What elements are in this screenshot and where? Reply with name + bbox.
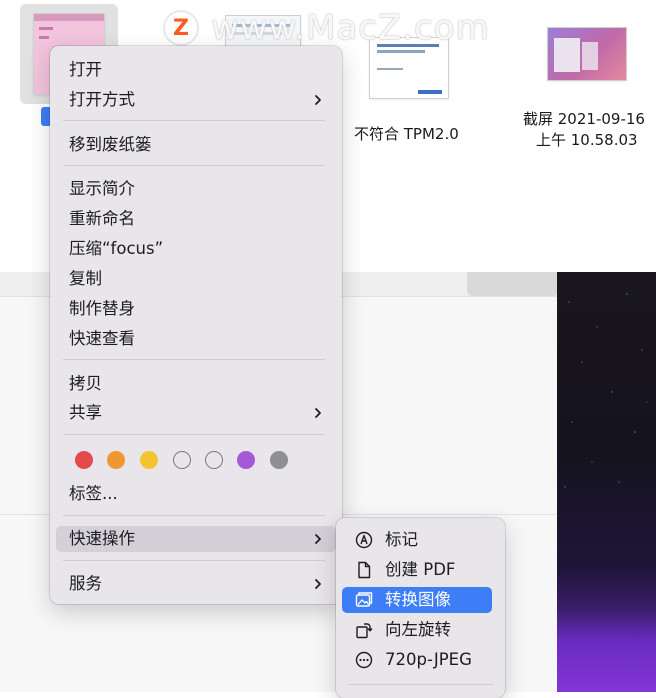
menu-item-duplicate[interactable]: 复制 <box>56 266 336 292</box>
menu-item-label: 移到废纸篓 <box>69 135 152 154</box>
menu-item-label: 重新命名 <box>69 209 135 228</box>
quick-actions-submenu: 标记 创建 PDF 转换图像 向左旋转 720p-JPEG <box>336 518 505 698</box>
menu-separator <box>63 560 325 561</box>
menu-item-rename[interactable]: 重新命名 <box>56 206 336 232</box>
tag-gray[interactable] <box>270 451 288 469</box>
chevron-right-icon <box>315 95 321 105</box>
menu-item-label: 服务 <box>69 574 102 593</box>
file-icon-screenshot[interactable] <box>544 24 630 84</box>
menu-item-share[interactable]: 共享 <box>56 400 336 426</box>
submenu-item-label: 转换图像 <box>385 590 451 609</box>
rotate-left-icon <box>356 623 373 639</box>
watermark-logo: Z <box>163 10 199 46</box>
file-label-tpm: 不符合 TPM2.0 <box>354 125 459 143</box>
chevron-right-icon <box>315 579 321 589</box>
submenu-item-rotate-left[interactable]: 向左旋转 <box>342 617 492 643</box>
menu-item-label: 标签... <box>69 484 118 503</box>
tag-orange[interactable] <box>107 451 125 469</box>
tag-empty-1[interactable] <box>173 451 191 469</box>
menu-item-open-with[interactable]: 打开方式 <box>56 87 336 113</box>
menu-item-label: 打开 <box>69 60 102 79</box>
menu-item-copy[interactable]: 拷贝 <box>56 371 336 397</box>
more-icon <box>355 651 373 669</box>
menu-item-label: 压缩“focus” <box>69 239 164 258</box>
document-icon <box>358 561 371 579</box>
menu-separator <box>63 120 325 121</box>
tag-red[interactable] <box>75 451 93 469</box>
tag-yellow[interactable] <box>140 451 158 469</box>
tag-empty-2[interactable] <box>205 451 223 469</box>
menu-item-move-to-trash[interactable]: 移到废纸篓 <box>56 132 336 158</box>
submenu-item-label: 720p-JPEG <box>385 650 472 669</box>
menu-separator <box>63 434 325 435</box>
menu-item-quick-actions[interactable]: 快速操作 <box>56 526 336 552</box>
menu-item-make-alias[interactable]: 制作替身 <box>56 296 336 322</box>
menu-separator <box>63 165 325 166</box>
submenu-item-label: 创建 PDF <box>385 560 456 579</box>
file-thumbnail <box>548 28 626 80</box>
menu-separator <box>63 515 325 516</box>
convert-image-icon <box>355 592 373 607</box>
window-tab <box>467 272 559 296</box>
watermark: Z www.MacZ.com <box>163 8 490 48</box>
tag-purple[interactable] <box>237 451 255 469</box>
menu-item-label: 显示简介 <box>69 179 135 198</box>
menu-item-label: 复制 <box>69 269 102 288</box>
chevron-right-icon <box>315 534 321 544</box>
submenu-item-convert-image[interactable]: 转换图像 <box>342 587 492 613</box>
markup-icon <box>355 531 373 549</box>
watermark-text: www.MacZ.com <box>211 8 490 48</box>
wallpaper-stars <box>563 292 648 489</box>
menu-item-label: 共享 <box>69 403 102 422</box>
menu-item-label: 快速操作 <box>69 529 135 548</box>
menu-item-compress[interactable]: 压缩“focus” <box>56 236 336 262</box>
submenu-item-markup[interactable]: 标记 <box>342 527 492 553</box>
menu-item-label: 打开方式 <box>69 90 135 109</box>
menu-item-label: 制作替身 <box>69 299 135 318</box>
menu-item-tags[interactable]: 标签... <box>56 481 336 507</box>
menu-item-label: 拷贝 <box>69 374 102 393</box>
menu-separator <box>63 359 325 360</box>
menu-item-label: 快速查看 <box>69 329 135 348</box>
submenu-item-label: 向左旋转 <box>385 620 451 639</box>
menu-item-open[interactable]: 打开 <box>56 57 336 83</box>
menu-item-services[interactable]: 服务 <box>56 571 336 597</box>
menu-item-quick-look[interactable]: 快速查看 <box>56 326 336 352</box>
file-label-screenshot-line2: 上午 10.58.03 <box>536 131 638 149</box>
menu-separator <box>348 684 493 685</box>
submenu-item-label: 标记 <box>385 530 418 549</box>
menu-item-get-info[interactable]: 显示简介 <box>56 176 336 202</box>
chevron-right-icon <box>315 408 321 418</box>
submenu-item-720p-jpeg[interactable]: 720p-JPEG <box>342 647 492 673</box>
submenu-item-create-pdf[interactable]: 创建 PDF <box>342 557 492 583</box>
context-menu: 打开 打开方式 移到废纸篓 显示简介 重新命名 压缩“focus” 复制 制作替… <box>50 46 342 604</box>
file-label-screenshot-line1: 截屏 2021-09-16 <box>523 110 645 128</box>
